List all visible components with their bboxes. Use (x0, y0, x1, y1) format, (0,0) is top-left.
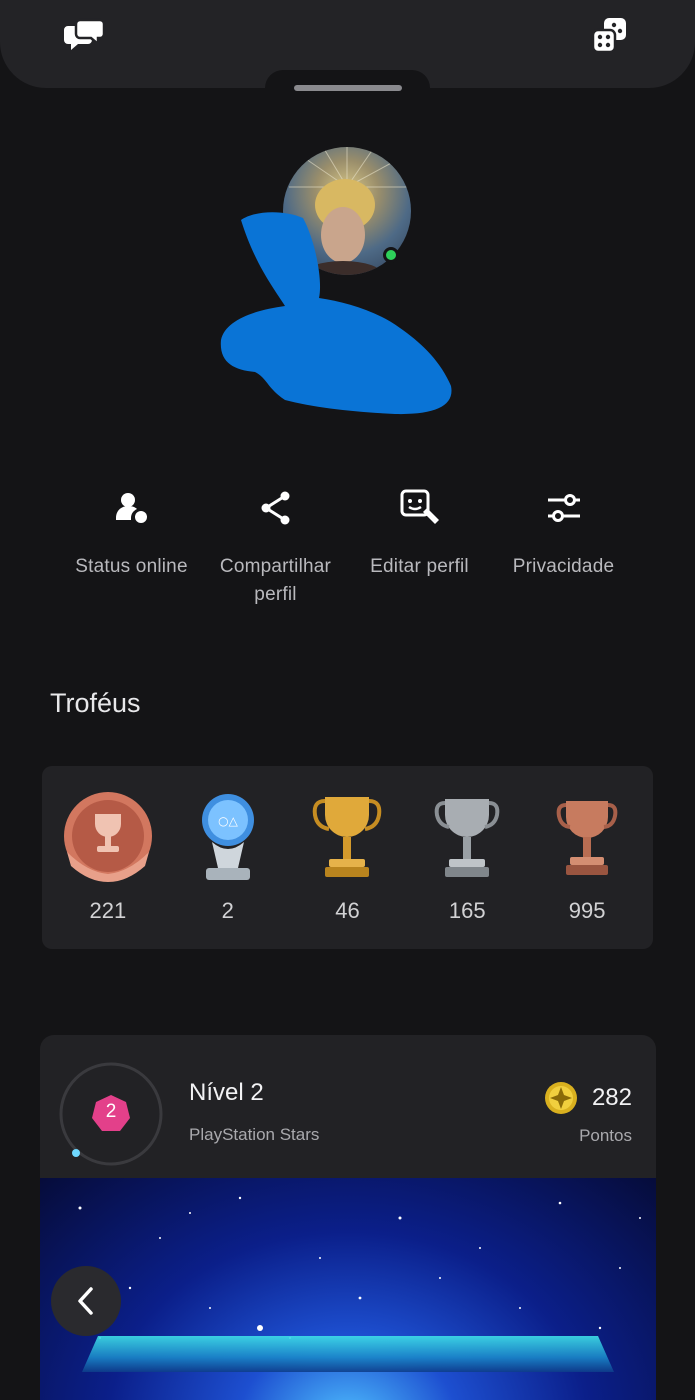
drag-handle[interactable] (294, 85, 402, 91)
silver-trophy-count: 165 (448, 898, 486, 923)
trophy-level[interactable]: 221 (53, 766, 163, 949)
back-button[interactable] (51, 1266, 121, 1336)
gold-trophy-icon (311, 788, 383, 888)
level-title: Nível 2 (189, 1079, 264, 1106)
game-pieces-icon[interactable] (588, 14, 632, 58)
silver-trophies[interactable]: 165 (412, 766, 522, 949)
share-profile-action[interactable]: Compartilhar perfil (204, 485, 347, 615)
chevron-left-icon (78, 1287, 93, 1315)
platinum-trophy-icon: ○△ (198, 788, 258, 888)
stars-banner-image (40, 1178, 656, 1400)
profile-actions: Status online Compartilhar perfil Editar… (60, 485, 635, 615)
status-online-action[interactable]: Status online (60, 485, 203, 615)
trophy-summary-card[interactable]: 221 ○△ 2 46 165 995 (42, 766, 653, 949)
stars-subtitle: PlayStation Stars (189, 1125, 320, 1144)
bronze-trophy-icon (556, 788, 618, 888)
gold-trophy-count: 46 (335, 898, 360, 923)
gold-trophies[interactable]: 46 (292, 766, 402, 949)
privacy-action[interactable]: Privacidade (492, 485, 635, 615)
bronze-trophy-count: 995 (568, 898, 606, 923)
share-icon (259, 485, 293, 531)
platinum-trophy-count: 2 (221, 898, 234, 923)
action-label: Editar perfil (370, 556, 469, 577)
trophy-level-value: 221 (89, 898, 127, 923)
sliders-icon (546, 485, 582, 531)
bronze-trophies[interactable]: 995 (532, 766, 642, 949)
action-label: Compartilhar perfil (219, 556, 332, 605)
edit-profile-action[interactable]: Editar perfil (348, 485, 491, 615)
platinum-trophies[interactable]: ○△ 2 (173, 766, 283, 949)
points-value: 282 (591, 1084, 632, 1111)
star-coin-icon (544, 1082, 577, 1114)
chat-bubbles-icon[interactable] (62, 14, 106, 58)
trophy-level-icon (59, 788, 157, 888)
svg-text:○△: ○△ (218, 814, 238, 828)
points-label: Pontos (579, 1126, 632, 1145)
banner-platform (82, 1336, 614, 1372)
action-label: Status online (75, 556, 188, 577)
user-status-icon (114, 485, 150, 531)
level-badge-number: 2 (105, 1101, 117, 1122)
playstation-stars-card[interactable]: 2 Nível 2 PlayStation Stars 282 Pontos (40, 1035, 656, 1183)
edit-profile-icon (399, 485, 441, 531)
points-row: 282 (544, 1081, 632, 1115)
redaction-scribble (220, 212, 452, 415)
trophies-title: Troféus (50, 688, 141, 718)
action-label: Privacidade (512, 556, 615, 577)
silver-trophy-icon (433, 788, 501, 888)
